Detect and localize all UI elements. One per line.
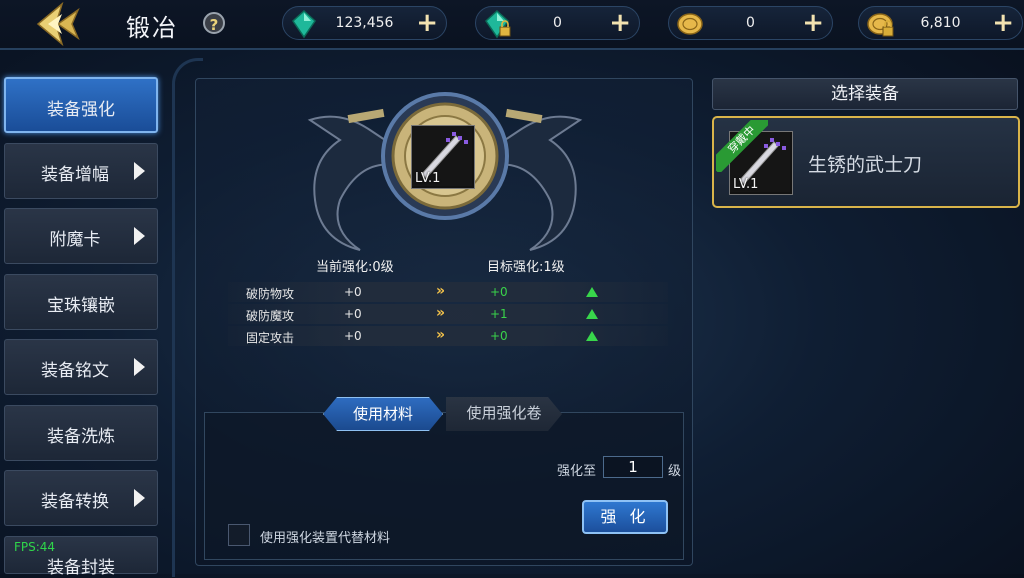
menu-item-orb-inlay[interactable]: 宝珠镶嵌 [4,274,158,330]
enhance-button[interactable]: 强 化 [582,500,668,534]
help-icon[interactable]: ? [203,12,225,34]
stat-new-value: +0 [490,329,508,343]
double-chevron-right-icon: » [436,283,445,299]
increase-triangle-icon [586,287,598,297]
stat-name: 固定攻击 [246,331,295,345]
triangle-right-icon [134,227,145,245]
currency-value: 123,456 [335,15,394,31]
menu-item-label: 附魔卡 [49,230,101,250]
add-green-gem-button[interactable]: + [416,10,438,36]
stat-current-value: +0 [344,285,362,299]
increase-triangle-icon [586,309,598,319]
stat-row: 破防魔攻 +0 » +1 [228,304,668,324]
triangle-right-icon [134,162,145,180]
page-title: 锻冶 [126,14,178,42]
menu-item-label: 装备增幅 [41,165,109,185]
menu-item-equip-amplify[interactable]: 装备增幅 [4,143,158,199]
target-enhance-level: 目标强化:1级 [487,260,565,275]
add-locked-gold-coin-button[interactable]: + [992,10,1014,36]
equipment-name: 生锈的武士刀 [808,154,923,176]
stat-row: 破防物攻 +0 » +0 [228,282,668,302]
menu-item-enchant-card[interactable]: 附魔卡 [4,208,158,264]
tab-use-enhance-scroll[interactable]: 使用强化卷 [446,397,562,431]
menu-item-label: 装备铭文 [41,361,109,381]
stat-new-value: +0 [490,285,508,299]
menu-item-equip-inscription[interactable]: 装备铭文 [4,339,158,395]
tab-use-materials[interactable]: 使用材料 [323,397,443,431]
increase-triangle-icon [586,331,598,341]
back-arrow-icon[interactable] [34,2,90,46]
currency-locked-green-gem: 0 + [475,6,640,40]
current-enhance-level: 当前强化:0级 [316,260,394,275]
menu-item-equip-enhance[interactable]: 装备强化 [4,77,158,133]
select-equipment-header: 选择装备 [712,78,1018,110]
top-bar: 锻冶 ? 123,456 + 0 + 0 + 6,810 + [0,0,1024,50]
equipped-ribbon: 穿戴中 [716,120,768,172]
triangle-right-icon [134,489,145,507]
green-gem-icon [292,9,316,39]
menu-item-label: 装备封装 [47,558,115,578]
locked-green-gem-icon [485,9,511,39]
substitute-label: 使用强化装置代替材料 [260,531,391,546]
currency-value: 0 [553,15,562,31]
equipped-badge: 穿戴中 [716,120,768,172]
add-locked-green-gem-button[interactable]: + [609,10,631,36]
menu-item-label: 装备转换 [41,492,109,512]
item-level-badge: LV.1 [733,177,759,192]
target-level-input[interactable] [603,456,663,478]
menu-item-label: 装备洗炼 [47,427,115,447]
locked-gold-coin-icon [867,13,894,37]
gold-coin-icon [677,13,703,35]
selected-equipment-icon: LV.1 [411,125,475,189]
menu-item-equip-refine[interactable]: 装备洗炼 [4,405,158,461]
triangle-right-icon [134,358,145,376]
item-level-badge: LV.1 [415,171,441,186]
currency-green-gem: 123,456 + [282,6,447,40]
stat-name: 破防物攻 [246,287,295,301]
level-unit-label: 级 [668,464,682,479]
stat-current-value: +0 [344,329,362,343]
fps-counter: FPS:44 [14,540,56,554]
add-gold-coin-button[interactable]: + [802,10,824,36]
currency-locked-gold-coin: 6,810 + [858,6,1023,40]
menu-item-label: 装备强化 [47,100,115,120]
currency-value: 6,810 [920,15,961,31]
menu-item-equip-convert[interactable]: 装备转换 [4,470,158,526]
stat-row: 固定攻击 +0 » +0 [228,326,668,346]
double-chevron-right-icon: » [436,305,445,321]
stat-name: 破防魔攻 [246,309,295,323]
substitute-checkbox[interactable] [228,524,250,546]
currency-gold-coin: 0 + [668,6,833,40]
stat-new-value: +1 [490,307,508,321]
double-chevron-right-icon: » [436,327,445,343]
currency-value: 0 [746,15,755,31]
menu-item-label: 宝珠镶嵌 [47,296,115,316]
enhance-to-label: 强化至 [557,464,597,479]
stat-current-value: +0 [344,307,362,321]
